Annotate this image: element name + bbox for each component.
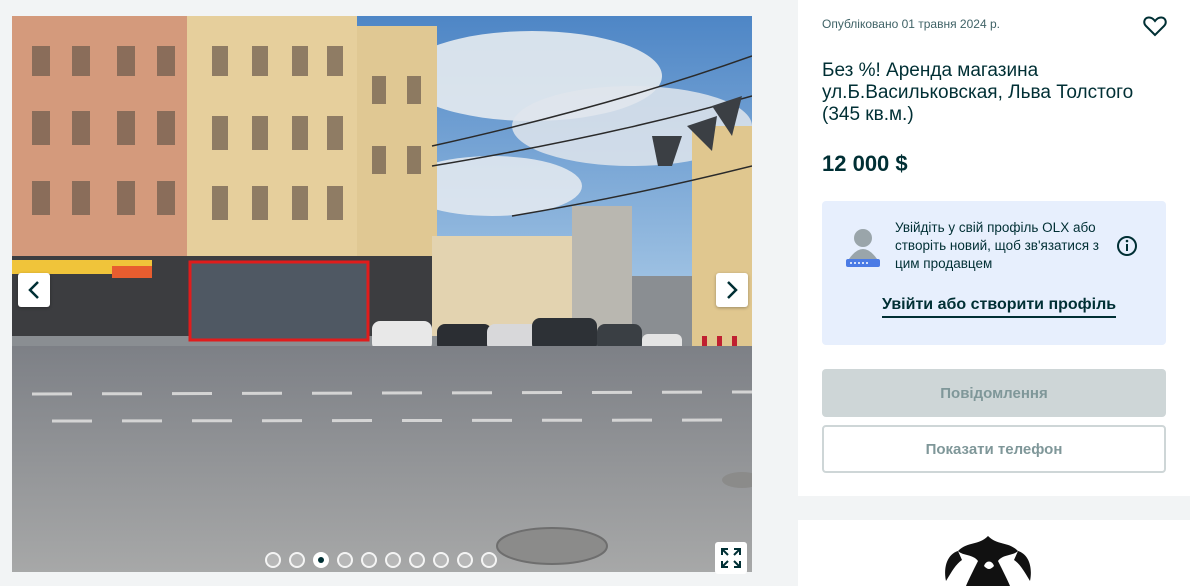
gallery-dots — [265, 552, 497, 568]
login-or-register-link[interactable]: Увійти або створити профіль — [882, 296, 1117, 318]
posted-date: Опубліковано 01 травня 2024 р. — [822, 17, 1000, 31]
gallery-dot[interactable] — [457, 552, 473, 568]
gallery-dot[interactable] — [289, 552, 305, 568]
chevron-right-icon — [727, 281, 738, 299]
gallery-dot[interactable] — [265, 552, 281, 568]
gallery-dot[interactable] — [337, 552, 353, 568]
seller-logo-icon — [945, 536, 1031, 586]
expand-icon — [721, 548, 741, 568]
gallery-dot[interactable] — [361, 552, 377, 568]
photo-gallery — [0, 0, 770, 586]
listing-title: Без %! Аренда магазина ул.Б.Васильковска… — [822, 60, 1134, 125]
message-button[interactable]: Повідомлення — [822, 369, 1166, 417]
show-phone-button[interactable]: Показати телефон — [822, 425, 1166, 473]
gallery-dot[interactable] — [409, 552, 425, 568]
gallery-prev-button[interactable] — [18, 273, 50, 307]
gallery-dot-active[interactable] — [313, 552, 329, 568]
listing-page: Опубліковано 01 травня 2024 р. Без %! Ар… — [0, 0, 1190, 586]
gallery-dot[interactable] — [481, 552, 497, 568]
listing-price: 12 000 $ — [822, 151, 908, 176]
user-avatar-icon — [846, 229, 880, 267]
street-photo-image — [12, 16, 752, 572]
gallery-dot[interactable] — [385, 552, 401, 568]
fullscreen-button[interactable] — [715, 542, 747, 574]
gallery-next-button[interactable] — [716, 273, 748, 307]
info-icon[interactable] — [1116, 235, 1138, 257]
gallery-dot[interactable] — [433, 552, 449, 568]
seller-card — [798, 520, 1190, 586]
chevron-left-icon — [28, 281, 39, 299]
listing-info-card: Опубліковано 01 травня 2024 р. Без %! Ар… — [798, 0, 1190, 496]
listing-photo[interactable] — [12, 16, 752, 572]
login-prompt-text: Увійдіть у свій профіль OLX або створіть… — [895, 220, 1099, 271]
heart-icon[interactable] — [1142, 13, 1168, 39]
login-prompt: Увійдіть у свій профіль OLX або створіть… — [822, 201, 1166, 345]
listing-sidebar: Опубліковано 01 травня 2024 р. Без %! Ар… — [798, 0, 1190, 586]
